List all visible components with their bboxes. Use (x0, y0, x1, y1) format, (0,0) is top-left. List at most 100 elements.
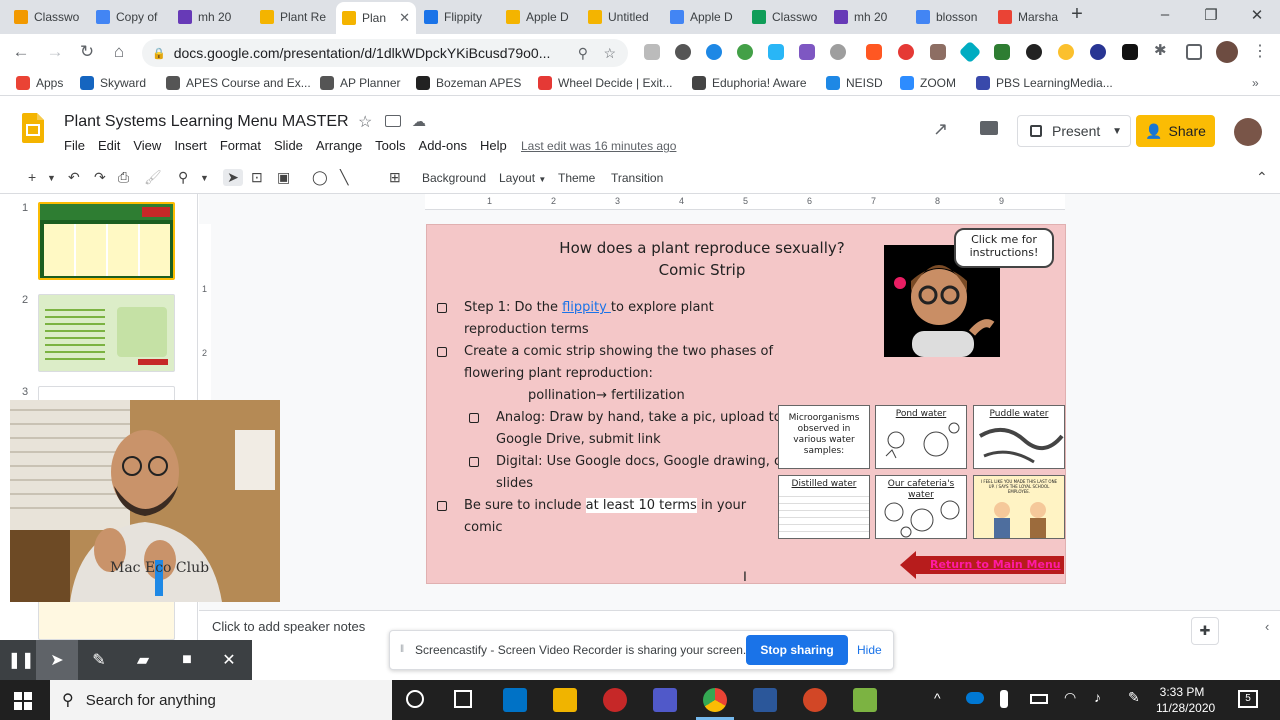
slides-logo-icon[interactable] (22, 113, 44, 143)
puzzle-extensions-icon[interactable]: ✱ (1154, 41, 1170, 59)
bookmark-item[interactable]: Skyward (80, 76, 146, 90)
menu-item-tools[interactable]: Tools (375, 138, 405, 153)
menu-item-format[interactable]: Format (220, 138, 261, 153)
slide-thumbnail-2[interactable] (38, 294, 175, 372)
extension-icon[interactable] (1058, 44, 1074, 60)
close-window-icon[interactable]: ✕ (1242, 6, 1272, 24)
browser-tab[interactable]: Copy of (90, 4, 170, 30)
redo-icon[interactable]: ↷ (94, 169, 106, 186)
background-button[interactable]: Background (422, 171, 486, 185)
battery-icon[interactable] (1030, 694, 1048, 704)
chrome-app-icon[interactable] (703, 688, 727, 712)
browser-tab[interactable]: Apple D (664, 4, 744, 30)
webcam-toggle-icon[interactable]: ■ (166, 640, 208, 680)
extension-icon[interactable] (958, 40, 982, 64)
print-icon[interactable]: ⎙ (118, 169, 129, 186)
taskbar-search-box[interactable]: ⚲ Search for anything (50, 680, 392, 720)
outlook-app-icon[interactable] (503, 688, 527, 712)
taskbar-clock[interactable]: 3:33 PM 11/28/2020 (1156, 684, 1215, 716)
browser-tab[interactable]: Plant Re (254, 4, 334, 30)
menu-item-help[interactable]: Help (480, 138, 507, 153)
bookmark-item[interactable]: AP Planner (320, 76, 401, 90)
zoom-chevron-icon[interactable]: ▼ (200, 173, 209, 183)
cursor-tool-icon[interactable]: ➤ (36, 640, 78, 680)
pen-workspace-icon[interactable]: ✎ (1128, 689, 1140, 706)
show-hidden-icons[interactable]: ^ (934, 690, 941, 706)
slide-thumbnail-1[interactable] (38, 202, 175, 280)
restore-icon[interactable]: ❐ (1196, 6, 1226, 24)
volume-icon[interactable]: ♪ (1094, 689, 1101, 705)
layout-button[interactable]: Layout ▼ (499, 171, 546, 185)
cortana-icon[interactable] (406, 690, 424, 708)
bookmark-star-icon[interactable]: ☆ (603, 45, 616, 62)
flippity-link[interactable]: flippity (562, 300, 611, 315)
forward-arrow-icon[interactable]: → (44, 42, 66, 62)
extension-icon[interactable] (737, 44, 753, 60)
address-bar[interactable]: 🔒 docs.google.com/presentation/d/1dlkWDp… (142, 39, 628, 67)
drag-handle-icon[interactable]: ‖ (400, 644, 404, 655)
menu-item-edit[interactable]: Edit (98, 138, 120, 153)
extension-icon[interactable] (1090, 44, 1106, 60)
extension-icon[interactable] (1026, 44, 1042, 60)
new-slide-icon[interactable]: + (28, 169, 36, 185)
word-app-icon[interactable] (753, 688, 777, 712)
bookmark-item[interactable]: Apps (16, 76, 63, 90)
task-view-icon[interactable] (454, 690, 472, 708)
menu-item-file[interactable]: File (64, 138, 85, 153)
extension-icon[interactable] (675, 44, 691, 60)
bookmark-item[interactable]: NEISD (826, 76, 883, 90)
home-icon[interactable]: ⌂ (108, 42, 130, 62)
extension-icon[interactable] (994, 44, 1010, 60)
select-cursor-icon[interactable]: ➤ (223, 169, 243, 186)
line-icon[interactable]: ╲ (340, 169, 348, 186)
transition-button[interactable]: Transition (611, 171, 663, 185)
slide-thumbnail-4[interactable] (38, 600, 175, 640)
hide-button[interactable]: Hide (857, 643, 882, 657)
menu-item-add-ons[interactable]: Add-ons (419, 138, 467, 153)
profile-avatar[interactable] (1216, 41, 1238, 63)
bookmark-item[interactable]: PBS LearningMedia... (976, 76, 1113, 90)
account-avatar[interactable] (1234, 118, 1262, 146)
bookmark-item[interactable]: ZOOM (900, 76, 956, 90)
back-arrow-icon[interactable]: ← (10, 42, 32, 62)
present-options-chevron-icon[interactable]: ▼ (1112, 126, 1122, 137)
text-box-icon[interactable]: ⊡ (251, 169, 263, 186)
extension-icon[interactable] (644, 44, 660, 60)
extension-icon[interactable] (898, 44, 914, 60)
last-edit-link[interactable]: Last edit was 16 minutes ago (521, 139, 676, 153)
screen-recorder-app-icon[interactable] (603, 688, 627, 712)
browser-tab[interactable]: Classwo (746, 4, 826, 30)
new-tab-button[interactable]: + (1062, 3, 1092, 26)
powerpoint-app-icon[interactable] (803, 688, 827, 712)
bookmark-item[interactable]: Eduphoria! Aware (692, 76, 807, 90)
bookmark-item[interactable]: Bozeman APES (416, 76, 521, 90)
wifi-icon[interactable]: ◠ (1064, 689, 1076, 706)
more-bookmarks-icon[interactable]: » (1252, 76, 1259, 90)
usb-device-icon[interactable] (1000, 690, 1008, 708)
activity-trend-icon[interactable]: ↗ (933, 119, 948, 140)
close-toolbar-icon[interactable]: ✕ (208, 640, 250, 680)
browser-tab[interactable]: Untitled (582, 4, 662, 30)
share-button[interactable]: 👤 Share (1136, 115, 1215, 147)
more-menu-icon[interactable]: ⋮ (1252, 41, 1268, 60)
search-icon[interactable]: ⚲ (578, 45, 588, 62)
extension-icon[interactable] (799, 44, 815, 60)
extension-icon[interactable] (768, 44, 784, 60)
return-to-main-menu-button[interactable]: Return to Main Menu (900, 551, 1064, 579)
document-title[interactable]: Plant Systems Learning Menu MASTER (64, 113, 349, 131)
move-folder-icon[interactable] (385, 115, 401, 127)
comment-icon[interactable] (980, 121, 998, 135)
pen-tool-icon[interactable]: ✎ (78, 640, 120, 680)
browser-tab[interactable]: mh 20 (172, 4, 252, 30)
extension-icon[interactable] (706, 44, 722, 60)
shape-icon[interactable]: ◯ (312, 169, 328, 186)
instructions-speech-bubble[interactable]: Click me for instructions! (954, 228, 1054, 268)
reload-icon[interactable]: ↻ (76, 42, 98, 62)
extension-icon[interactable] (830, 44, 846, 60)
zoom-icon[interactable]: ⚲ (178, 169, 188, 186)
extension-icon[interactable] (866, 44, 882, 60)
highlighter-tool-icon[interactable]: ▰ (122, 640, 164, 680)
cast-icon[interactable] (1186, 44, 1202, 60)
extension-icon[interactable] (1122, 44, 1138, 60)
collapse-toolbar-icon[interactable]: ⌃ (1256, 169, 1268, 186)
